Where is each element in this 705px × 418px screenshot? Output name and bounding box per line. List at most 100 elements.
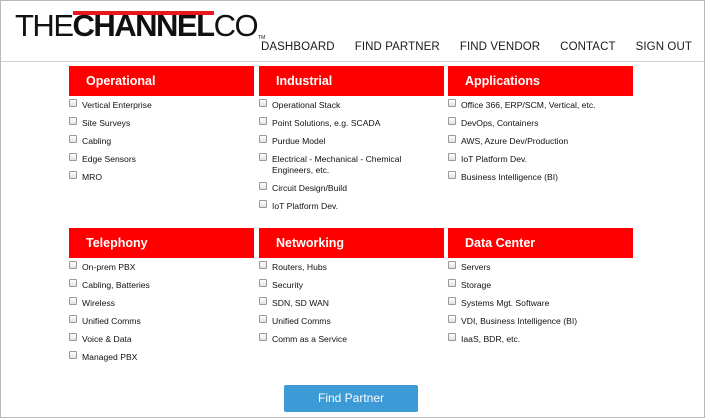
option-label: IoT Platform Dev. <box>461 154 528 164</box>
option-item[interactable]: Comm as a Service <box>259 333 444 345</box>
checkbox[interactable] <box>259 333 267 341</box>
checkbox[interactable] <box>448 153 456 161</box>
option-list: Routers, Hubs Security SDN, SD WAN Unifi… <box>259 258 444 345</box>
checkbox[interactable] <box>448 297 456 305</box>
option-item[interactable]: Office 366, ERP/SCM, Vertical, etc. <box>448 99 633 111</box>
checkbox[interactable] <box>259 99 267 107</box>
option-item[interactable]: Voice & Data <box>69 333 254 345</box>
checkbox[interactable] <box>69 261 77 269</box>
option-item[interactable]: Unified Comms <box>69 315 254 327</box>
option-label: Point Solutions, e.g. SCADA <box>272 118 381 128</box>
checkbox[interactable] <box>448 279 456 287</box>
checkbox[interactable] <box>259 117 267 125</box>
checkbox[interactable] <box>69 315 77 323</box>
checkbox[interactable] <box>259 315 267 323</box>
option-label: Business Intelligence (BI) <box>461 172 558 182</box>
option-item[interactable]: VDI, Business Intelligence (BI) <box>448 315 633 327</box>
category-header: Telephony <box>69 228 254 258</box>
checkbox[interactable] <box>69 171 77 179</box>
option-item[interactable]: MRO <box>69 171 254 183</box>
option-item[interactable]: Business Intelligence (BI) <box>448 171 633 183</box>
option-item[interactable]: Servers <box>448 261 633 273</box>
option-item[interactable]: Site Surveys <box>69 117 254 129</box>
option-item[interactable]: Purdue Model <box>259 135 444 147</box>
checkbox[interactable] <box>448 99 456 107</box>
find-partner-button[interactable]: Find Partner <box>284 385 418 412</box>
category-operational: Operational Vertical Enterprise Site Sur… <box>69 66 254 190</box>
checkbox[interactable] <box>69 279 77 287</box>
checkbox[interactable] <box>259 200 267 208</box>
option-item[interactable]: Edge Sensors <box>69 153 254 165</box>
nav-find-vendor[interactable]: FIND VENDOR <box>460 41 540 53</box>
option-item[interactable]: Electrical - Mechanical - Chemical Engin… <box>259 153 444 176</box>
category-data-center: Data Center Servers Storage Systems Mgt.… <box>448 228 633 352</box>
option-item[interactable]: Managed PBX <box>69 351 254 363</box>
option-label: Edge Sensors <box>82 154 136 164</box>
checkbox[interactable] <box>448 135 456 143</box>
checkbox[interactable] <box>259 153 267 161</box>
option-label: Vertical Enterprise <box>82 100 152 110</box>
option-label: DevOps, Containers <box>461 118 539 128</box>
checkbox[interactable] <box>69 351 77 359</box>
option-item[interactable]: Cabling, Batteries <box>69 279 254 291</box>
checkbox[interactable] <box>69 135 77 143</box>
option-item[interactable]: Operational Stack <box>259 99 444 111</box>
nav-contact[interactable]: CONTACT <box>560 41 615 53</box>
checkbox[interactable] <box>448 171 456 179</box>
option-label: IoT Platform Dev. <box>272 201 339 211</box>
option-item[interactable]: Storage <box>448 279 633 291</box>
category-industrial: Industrial Operational Stack Point Solut… <box>259 66 444 219</box>
option-item[interactable]: AWS, Azure Dev/Production <box>448 135 633 147</box>
checkbox[interactable] <box>69 117 77 125</box>
option-item[interactable]: DevOps, Containers <box>448 117 633 129</box>
channelco-logo[interactable]: THE CHANNEL CO TM <box>15 6 265 46</box>
option-label: Cabling, Batteries <box>82 280 150 290</box>
checkbox[interactable] <box>259 182 267 190</box>
option-item[interactable]: Point Solutions, e.g. SCADA <box>259 117 444 129</box>
option-label: Site Surveys <box>82 118 131 128</box>
option-item[interactable]: Unified Comms <box>259 315 444 327</box>
option-label: SDN, SD WAN <box>272 298 329 308</box>
option-label: Circuit Design/Build <box>272 183 347 193</box>
option-item[interactable]: Systems Mgt. Software <box>448 297 633 309</box>
option-label: Managed PBX <box>82 352 138 362</box>
option-label: Purdue Model <box>272 136 326 146</box>
checkbox[interactable] <box>448 333 456 341</box>
checkbox[interactable] <box>69 333 77 341</box>
option-label: Voice & Data <box>82 334 132 344</box>
option-label: On-prem PBX <box>82 262 136 272</box>
option-item[interactable]: IoT Platform Dev. <box>259 200 444 212</box>
option-item[interactable]: Wireless <box>69 297 254 309</box>
option-label: Office 366, ERP/SCM, Vertical, etc. <box>461 100 596 110</box>
option-item[interactable]: Cabling <box>69 135 254 147</box>
option-item[interactable]: Routers, Hubs <box>259 261 444 273</box>
checkbox[interactable] <box>259 297 267 305</box>
checkbox[interactable] <box>448 261 456 269</box>
logo-the: THE <box>15 8 74 43</box>
nav-find-partner[interactable]: FIND PARTNER <box>355 41 440 53</box>
logo-co: CO <box>213 8 259 43</box>
checkbox[interactable] <box>69 99 77 107</box>
checkbox[interactable] <box>259 261 267 269</box>
option-item[interactable]: On-prem PBX <box>69 261 254 273</box>
checkbox[interactable] <box>69 297 77 305</box>
option-list: Office 366, ERP/SCM, Vertical, etc. DevO… <box>448 96 633 183</box>
category-header: Networking <box>259 228 444 258</box>
option-item[interactable]: Vertical Enterprise <box>69 99 254 111</box>
option-item[interactable]: IaaS, BDR, etc. <box>448 333 633 345</box>
option-item[interactable]: IoT Platform Dev. <box>448 153 633 165</box>
checkbox[interactable] <box>448 315 456 323</box>
option-label: Security <box>272 280 304 290</box>
option-label: Systems Mgt. Software <box>461 298 550 308</box>
checkbox[interactable] <box>259 279 267 287</box>
checkbox[interactable] <box>69 153 77 161</box>
option-item[interactable]: SDN, SD WAN <box>259 297 444 309</box>
category-telephony: Telephony On-prem PBX Cabling, Batteries… <box>69 228 254 370</box>
category-header: Data Center <box>448 228 633 258</box>
checkbox[interactable] <box>448 117 456 125</box>
nav-dashboard[interactable]: DASHBOARD <box>261 41 335 53</box>
nav-sign-out[interactable]: SIGN OUT <box>636 41 692 53</box>
option-item[interactable]: Security <box>259 279 444 291</box>
checkbox[interactable] <box>259 135 267 143</box>
option-item[interactable]: Circuit Design/Build <box>259 182 444 194</box>
